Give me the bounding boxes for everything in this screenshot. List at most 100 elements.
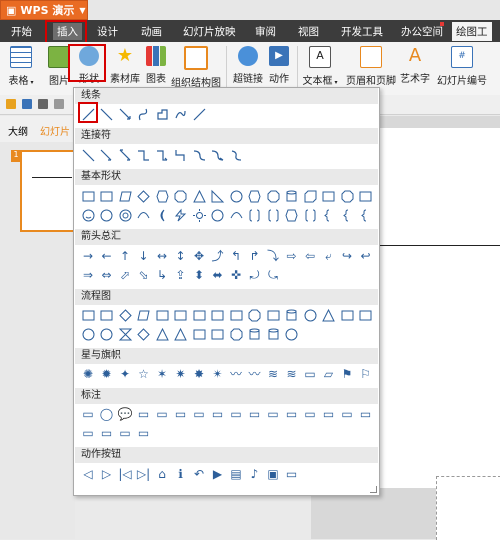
shape-option-connectors-3[interactable] <box>117 147 133 163</box>
shape-option-callouts-12[interactable]: ▭ <box>284 406 300 422</box>
shape-option-arrows-11[interactable]: ⤵ <box>265 248 281 264</box>
tab-design[interactable]: 设计 <box>97 24 118 39</box>
shape-option-flow-16[interactable] <box>358 307 374 323</box>
shape-option-connectors-8[interactable] <box>210 147 226 163</box>
shape-option-stars-7[interactable]: ✸ <box>191 366 207 382</box>
tab-animation[interactable]: 动画 <box>141 24 162 39</box>
shape-option-actions-2[interactable]: ▷ <box>99 466 115 482</box>
shape-option-flow2-2[interactable] <box>99 326 115 342</box>
shape-option-arrows-5[interactable]: ↔ <box>154 248 170 264</box>
shape-option-stars-6[interactable]: ✷ <box>173 366 189 382</box>
shape-option-callouts-13[interactable]: ▭ <box>302 406 318 422</box>
tab-developer[interactable]: 开发工具 <box>341 24 383 39</box>
tab-office-space[interactable]: 办公空间 <box>401 24 443 39</box>
chart-button[interactable]: 图表 <box>144 46 168 85</box>
resize-grip-icon[interactable] <box>370 486 377 493</box>
shape-option-basic-1[interactable] <box>80 188 96 204</box>
shape-option-stars-9[interactable]: 〰 <box>228 366 244 382</box>
shape-option-arrows2-7[interactable]: ⬍ <box>191 267 207 283</box>
shape-option-actions-3[interactable]: |◁ <box>117 466 133 482</box>
shape-option-basic-7[interactable] <box>191 188 207 204</box>
tab-drawing-tools[interactable]: 绘图工 <box>452 22 492 41</box>
shape-option-stars-10[interactable]: 〰 <box>247 366 263 382</box>
shape-option-connectors-6[interactable] <box>173 147 189 163</box>
shape-option-actions-9[interactable]: ▤ <box>228 466 244 482</box>
shape-option-flow2-10[interactable] <box>247 326 263 342</box>
shape-option-arrows-10[interactable]: ↱ <box>247 248 263 264</box>
shape-option-basic-9[interactable] <box>228 188 244 204</box>
shape-option-callouts-9[interactable]: ▭ <box>228 406 244 422</box>
shape-option-actions-7[interactable]: ↶ <box>191 466 207 482</box>
shape-option-basic-10[interactable] <box>247 188 263 204</box>
shape-option-flow-6[interactable] <box>173 307 189 323</box>
shape-option-flow-3[interactable] <box>117 307 133 323</box>
shape-option-connectors-7[interactable] <box>191 147 207 163</box>
shape-option-callouts-10[interactable]: ▭ <box>247 406 263 422</box>
tab-outline[interactable]: 大纲 <box>8 123 28 138</box>
shape-option-basic2-6[interactable] <box>173 207 189 223</box>
shape-option-arrows-9[interactable]: ↰ <box>228 248 244 264</box>
shape-option-basic2-3[interactable] <box>117 207 133 223</box>
shape-option-flow-5[interactable] <box>154 307 170 323</box>
shape-option-stars-8[interactable]: ✴ <box>210 366 226 382</box>
save-icon[interactable] <box>22 99 32 109</box>
shape-option-basic2-11[interactable] <box>265 207 281 223</box>
shape-option-basic-2[interactable] <box>99 188 115 204</box>
shape-option-callouts-14[interactable]: ▭ <box>321 406 337 422</box>
shape-option-actions-10[interactable]: ♪ <box>247 466 263 482</box>
shape-option-flow-15[interactable] <box>339 307 355 323</box>
shape-option-callouts-2[interactable]: ◯ <box>99 406 115 422</box>
shape-option-callouts-1[interactable]: ▭ <box>80 406 96 422</box>
shape-option-callouts2-2[interactable]: ▭ <box>99 425 115 441</box>
shape-option-stars-14[interactable]: ▱ <box>321 366 337 382</box>
shape-option-arrows-14[interactable]: ⤶ <box>321 248 337 264</box>
shape-option-flow2-8[interactable] <box>210 326 226 342</box>
shape-option-callouts2-4[interactable]: ▭ <box>136 425 152 441</box>
shape-option-arrows2-1[interactable]: ⇒ <box>80 267 96 283</box>
shape-option-arrows-4[interactable]: ↓ <box>136 248 152 264</box>
shape-option-flow-13[interactable] <box>302 307 318 323</box>
tab-slides[interactable]: 幻灯片 <box>40 123 70 138</box>
org-chart-button[interactable]: 组织结构图 <box>171 46 221 89</box>
shape-option-arrows2-2[interactable]: ⇔ <box>99 267 115 283</box>
shape-option-callouts-7[interactable]: ▭ <box>191 406 207 422</box>
shape-option-actions-5[interactable]: ⌂ <box>154 466 170 482</box>
app-menu-button[interactable]: ▣ WPS 演示 ▼ <box>0 0 88 20</box>
shape-option-stars-1[interactable]: ✺ <box>80 366 96 382</box>
shape-option-basic-3[interactable] <box>117 188 133 204</box>
shape-option-stars-16[interactable]: ⚐ <box>358 366 374 382</box>
shape-option-stars-11[interactable]: ≋ <box>265 366 281 382</box>
shape-option-callouts-15[interactable]: ▭ <box>339 406 355 422</box>
shape-option-arrows-2[interactable]: ← <box>99 248 115 264</box>
shape-option-callouts-11[interactable]: ▭ <box>265 406 281 422</box>
action-button[interactable]: ▶ 动作 <box>267 46 291 85</box>
shape-option-arrows-6[interactable]: ↕ <box>173 248 189 264</box>
shape-option-flow-10[interactable] <box>247 307 263 323</box>
shape-option-basic2-4[interactable] <box>136 207 152 223</box>
shape-option-flow-11[interactable] <box>265 307 281 323</box>
shape-option-connectors-5[interactable] <box>154 147 170 163</box>
shape-option-basic2-7[interactable] <box>191 207 207 223</box>
shape-option-arrows2-9[interactable]: ✜ <box>228 267 244 283</box>
shape-option-lines-2[interactable] <box>99 106 115 122</box>
hyperlink-button[interactable]: 超链接 <box>232 46 264 85</box>
shape-option-basic2-13[interactable] <box>302 207 318 223</box>
header-footer-button[interactable]: 页眉和页脚 <box>345 46 397 87</box>
shape-option-flow-4[interactable] <box>136 307 152 323</box>
shape-option-flow2-3[interactable] <box>117 326 133 342</box>
shape-option-arrows-7[interactable]: ✥ <box>191 248 207 264</box>
shape-option-arrows2-6[interactable]: ⇪ <box>173 267 189 283</box>
shape-option-lines-3[interactable] <box>117 106 133 122</box>
shape-option-flow2-7[interactable] <box>191 326 207 342</box>
shape-option-flow-1[interactable] <box>80 307 96 323</box>
shape-option-actions-6[interactable]: ℹ <box>173 466 189 482</box>
shape-option-connectors-9[interactable] <box>228 147 244 163</box>
shape-option-flow2-9[interactable] <box>228 326 244 342</box>
shape-option-arrows-3[interactable]: ↑ <box>117 248 133 264</box>
shape-option-callouts2-3[interactable]: ▭ <box>117 425 133 441</box>
shape-option-connectors-4[interactable] <box>136 147 152 163</box>
shape-option-basic-6[interactable] <box>173 188 189 204</box>
shape-option-arrows2-8[interactable]: ⬌ <box>210 267 226 283</box>
shape-option-basic2-2[interactable] <box>99 207 115 223</box>
preview-icon[interactable] <box>54 99 64 109</box>
